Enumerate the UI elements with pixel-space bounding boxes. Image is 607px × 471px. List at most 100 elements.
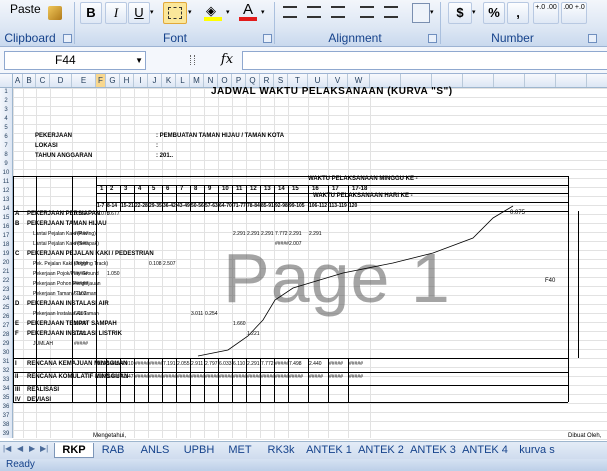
row-header[interactable]: 15 bbox=[0, 215, 12, 222]
align-right-icon[interactable] bbox=[331, 6, 345, 18]
row-header[interactable]: 9 bbox=[0, 161, 12, 168]
name-box-dropdown-icon[interactable]: ▼ bbox=[135, 52, 143, 69]
column-header[interactable] bbox=[525, 74, 556, 87]
column-header[interactable] bbox=[463, 74, 494, 87]
sheet-tab[interactable]: ANTEK 3 bbox=[408, 443, 458, 457]
column-header[interactable]: E bbox=[72, 74, 96, 87]
row-header[interactable]: 13 bbox=[0, 197, 12, 204]
column-header[interactable] bbox=[587, 74, 607, 87]
merge-dropdown-icon[interactable]: ▾ bbox=[430, 8, 434, 16]
row-header[interactable]: 6 bbox=[0, 134, 12, 141]
column-header[interactable]: F bbox=[96, 74, 106, 87]
tab-nav-next-icon[interactable]: ▶ bbox=[29, 444, 35, 453]
row-header[interactable]: 12 bbox=[0, 188, 12, 195]
percent-button[interactable]: % bbox=[483, 2, 505, 24]
row-header[interactable]: 37 bbox=[0, 413, 12, 420]
row-header[interactable]: 32 bbox=[0, 368, 12, 375]
increase-decimal-button[interactable]: +.0 .00 bbox=[533, 2, 559, 24]
row-header[interactable]: 21 bbox=[0, 269, 12, 276]
row-header[interactable]: 29 bbox=[0, 341, 12, 348]
row-header[interactable]: 3 bbox=[0, 107, 12, 114]
alignment-launcher-icon[interactable] bbox=[428, 34, 437, 43]
row-header[interactable]: 39 bbox=[0, 431, 12, 438]
currency-dropdown-icon[interactable]: ▾ bbox=[472, 8, 476, 16]
select-all-corner[interactable] bbox=[0, 74, 13, 87]
borders-button[interactable] bbox=[163, 2, 187, 24]
row-header[interactable]: 25 bbox=[0, 305, 12, 312]
row-header[interactable]: 27 bbox=[0, 323, 12, 330]
sheet-tab[interactable]: RK3k bbox=[260, 443, 302, 457]
row-header[interactable]: 22 bbox=[0, 278, 12, 285]
sheet-tab[interactable]: kurva s bbox=[512, 443, 562, 457]
column-header[interactable]: A bbox=[13, 74, 23, 87]
formula-bar-grip[interactable] bbox=[190, 55, 195, 65]
tab-nav-last-icon[interactable]: ▶| bbox=[40, 444, 48, 453]
sheet-tab[interactable]: RKP bbox=[54, 443, 94, 458]
sheet-tab[interactable]: MET bbox=[222, 443, 258, 457]
sheet-tab[interactable]: UPBH bbox=[178, 443, 220, 457]
row-header[interactable]: 5 bbox=[0, 125, 12, 132]
row-header[interactable]: 8 bbox=[0, 152, 12, 159]
sheet-tab[interactable]: ANTEK 4 bbox=[460, 443, 510, 457]
row-header[interactable]: 38 bbox=[0, 422, 12, 429]
font-launcher-icon[interactable] bbox=[263, 34, 272, 43]
row-header[interactable]: 11 bbox=[0, 179, 12, 186]
font-color-dropdown-icon[interactable]: ▾ bbox=[261, 8, 265, 16]
column-header[interactable]: H bbox=[120, 74, 134, 87]
font-color-button[interactable]: A bbox=[238, 2, 258, 22]
row-header[interactable]: 16 bbox=[0, 224, 12, 231]
row-header[interactable]: 17 bbox=[0, 233, 12, 240]
tab-nav-first-icon[interactable]: |◀ bbox=[3, 444, 11, 453]
column-header[interactable]: L bbox=[176, 74, 190, 87]
comma-button[interactable]: , bbox=[507, 2, 529, 24]
row-header[interactable]: 30 bbox=[0, 350, 12, 357]
sheet-tab[interactable]: ANLS bbox=[134, 443, 176, 457]
fill-color-icon[interactable]: ◈ bbox=[203, 2, 223, 22]
row-header[interactable]: 35 bbox=[0, 395, 12, 402]
column-header[interactable]: D bbox=[50, 74, 72, 87]
row-header[interactable]: 7 bbox=[0, 143, 12, 150]
row-header[interactable]: 2 bbox=[0, 98, 12, 105]
sheet-tab[interactable]: ANTEK 1 bbox=[304, 443, 354, 457]
align-center-icon[interactable] bbox=[307, 6, 321, 18]
decrease-decimal-button[interactable]: .00 +.0 bbox=[561, 2, 587, 24]
row-header[interactable]: 34 bbox=[0, 386, 12, 393]
number-launcher-icon[interactable] bbox=[588, 34, 597, 43]
row-header[interactable]: 1 bbox=[0, 89, 12, 96]
format-painter-icon[interactable] bbox=[48, 6, 62, 20]
name-box[interactable]: F44 ▼ bbox=[4, 51, 146, 70]
currency-button[interactable]: $ bbox=[448, 2, 472, 24]
align-left-icon[interactable] bbox=[283, 6, 297, 18]
row-header[interactable]: 26 bbox=[0, 314, 12, 321]
row-header[interactable]: 10 bbox=[0, 170, 12, 177]
formula-input[interactable] bbox=[242, 51, 607, 70]
merge-center-icon[interactable] bbox=[412, 3, 430, 23]
sheet-tab[interactable]: RAB bbox=[94, 443, 132, 457]
column-header[interactable]: K bbox=[162, 74, 176, 87]
column-header[interactable]: C bbox=[36, 74, 50, 87]
column-header[interactable]: G bbox=[106, 74, 120, 87]
row-header[interactable]: 28 bbox=[0, 332, 12, 339]
insert-function-icon[interactable]: fx bbox=[212, 51, 242, 68]
column-header[interactable] bbox=[494, 74, 525, 87]
decrease-indent-icon[interactable] bbox=[360, 6, 374, 18]
row-header[interactable]: 4 bbox=[0, 116, 12, 123]
row-header[interactable]: 33 bbox=[0, 377, 12, 384]
bold-button[interactable]: B bbox=[80, 2, 102, 24]
column-header[interactable]: B bbox=[23, 74, 36, 87]
underline-dropdown-icon[interactable]: ▾ bbox=[150, 8, 154, 16]
row-header[interactable]: 14 bbox=[0, 206, 12, 213]
row-header[interactable]: 19 bbox=[0, 251, 12, 258]
column-header[interactable]: I bbox=[134, 74, 148, 87]
borders-dropdown-icon[interactable]: ▾ bbox=[188, 8, 192, 16]
row-header[interactable]: 24 bbox=[0, 296, 12, 303]
row-header[interactable]: 36 bbox=[0, 404, 12, 411]
column-header[interactable]: M bbox=[190, 74, 204, 87]
tab-nav-prev-icon[interactable]: ◀ bbox=[17, 444, 23, 453]
italic-button[interactable]: I bbox=[105, 2, 127, 24]
row-header[interactable]: 31 bbox=[0, 359, 12, 366]
underline-button[interactable]: U bbox=[128, 2, 150, 24]
increase-indent-icon[interactable] bbox=[384, 6, 398, 18]
clipboard-launcher-icon[interactable] bbox=[63, 34, 72, 43]
column-header[interactable]: J bbox=[148, 74, 162, 87]
